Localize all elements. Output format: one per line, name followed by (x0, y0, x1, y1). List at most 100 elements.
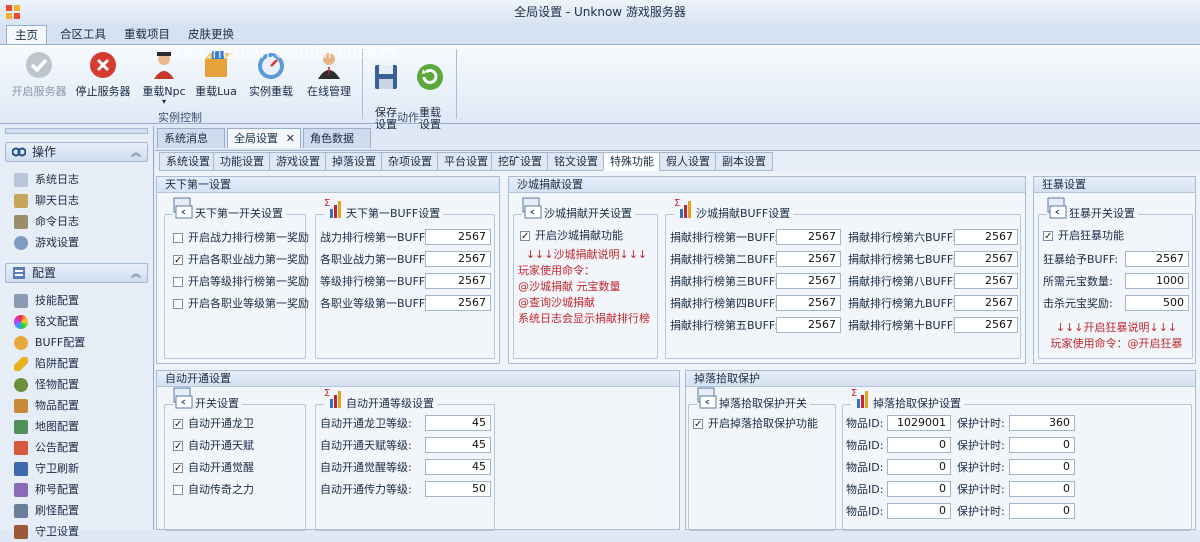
checkbox-class-power-first[interactable]: 开启各职业战力第一奖励 (173, 252, 309, 269)
input-protection-timer[interactable]: 0 (1009, 503, 1075, 519)
checkbox-auto-talent[interactable]: 自动开通天赋 (173, 438, 254, 455)
checkbox-box[interactable] (173, 417, 183, 433)
input-donation-rank-4-buff[interactable]: 2567 (776, 295, 841, 311)
input-kill-yuanbao-reward[interactable]: 500 (1125, 295, 1189, 311)
checkbox-box[interactable] (173, 253, 183, 269)
checkbox-enable-donation[interactable]: 开启沙城捐献功能 (520, 228, 623, 245)
ribbon-tab-home[interactable]: 主页 (6, 25, 47, 44)
checkbox-auto-awakening[interactable]: 自动开通觉醒 (173, 460, 254, 477)
checkbox-class-level-first[interactable]: 开启各职业等级第一奖励 (173, 296, 309, 312)
input-talent-level[interactable]: 45 (425, 437, 491, 453)
ribbon-tab-skin[interactable]: 皮肤更换 (180, 25, 242, 44)
input-donation-rank-8-buff[interactable]: 2567 (954, 273, 1018, 289)
input-level-rank-buff[interactable]: 2567 (425, 273, 491, 289)
group-drop-protection-settings: Σ 掉落拾取保护设置 物品ID: 1029001 保护计时: 360 物品ID: … (842, 388, 1192, 531)
checkbox-box[interactable] (173, 485, 183, 495)
settings-dialog-icon (1047, 197, 1067, 219)
input-power-rank-buff[interactable]: 2567 (425, 229, 491, 245)
ribbon-tab-merge-tools[interactable]: 合区工具 (52, 25, 114, 44)
nav-item-monster-config[interactable]: 怪物配置 (14, 375, 79, 395)
subtab-mining[interactable]: 挖矿设置 (491, 152, 549, 171)
checkbox-level-rank-first[interactable]: 开启等级排行榜第一奖励 (173, 274, 309, 290)
nav-item-title-config[interactable]: 称号配置 (14, 480, 79, 500)
app-logo-icon[interactable] (6, 5, 20, 19)
checkbox-box[interactable] (1043, 229, 1053, 245)
start-server-button[interactable]: 开启服务器 (8, 49, 70, 99)
collapse-chevron-icon[interactable]: ︽ (131, 145, 141, 163)
subtab-inscription[interactable]: 铭文设置 (547, 152, 605, 171)
nav-item-command-log[interactable]: 命令日志 (14, 212, 79, 232)
tab-system-messages[interactable]: 系统消息 (157, 128, 225, 148)
subtab-special[interactable]: 特殊功能 (603, 152, 661, 171)
checkbox-box[interactable] (173, 461, 183, 477)
subtab-drop[interactable]: 掉落设置 (325, 152, 383, 171)
nav-item-item-config[interactable]: 物品配置 (14, 396, 79, 416)
input-protection-timer[interactable]: 0 (1009, 437, 1075, 453)
nav-item-spawn-config[interactable]: 刷怪配置 (14, 501, 79, 521)
subtab-dungeon[interactable]: 副本设置 (715, 152, 773, 171)
input-donation-rank-9-buff[interactable]: 2567 (954, 295, 1018, 311)
input-class-level-buff[interactable]: 2567 (425, 295, 491, 311)
input-donation-rank-3-buff[interactable]: 2567 (776, 273, 841, 289)
nav-item-chat-log[interactable]: 聊天日志 (14, 191, 79, 211)
checkbox-box[interactable] (693, 417, 703, 433)
nav-item-game-settings[interactable]: 游戏设置 (14, 233, 79, 253)
section-header-operations[interactable]: 操作 ︽ (5, 142, 148, 162)
nav-item-trap-config[interactable]: 陷阱配置 (14, 354, 79, 374)
subtab-misc[interactable]: 杂项设置 (381, 152, 439, 171)
input-donation-rank-7-buff[interactable]: 2567 (954, 251, 1018, 267)
tab-global-settings[interactable]: 全局设置 ✕ (227, 128, 301, 148)
input-donation-rank-1-buff[interactable]: 2567 (776, 229, 841, 245)
tab-character-data[interactable]: 角色数据 (303, 128, 371, 148)
nav-item-inscription-config[interactable]: 铭文配置 (14, 312, 79, 332)
input-donation-rank-5-buff[interactable]: 2567 (776, 317, 841, 333)
input-protected-item-id[interactable]: 1029001 (887, 415, 951, 431)
buff-icon (14, 336, 28, 350)
collapse-chevron-icon[interactable]: ︽ (131, 266, 141, 284)
subtab-features[interactable]: 功能设置 (213, 152, 271, 171)
input-dragon-guard-level[interactable]: 45 (425, 415, 491, 431)
checkbox-auto-dragon-guard[interactable]: 自动开通龙卫 (173, 416, 254, 433)
input-legend-power-level[interactable]: 50 (425, 481, 491, 497)
input-required-yuanbao[interactable]: 1000 (1125, 273, 1189, 289)
input-protection-timer[interactable]: 360 (1009, 415, 1075, 431)
nav-item-announcement-config[interactable]: 公告配置 (14, 438, 79, 458)
input-donation-rank-6-buff[interactable]: 2567 (954, 229, 1018, 245)
checkbox-box[interactable] (173, 299, 183, 309)
group-label-action: 动作 (397, 111, 419, 124)
checkbox-box[interactable] (173, 233, 183, 243)
input-protection-timer[interactable]: 0 (1009, 481, 1075, 497)
close-tab-icon[interactable]: ✕ (286, 129, 295, 148)
input-protected-item-id[interactable]: 0 (887, 459, 951, 475)
subtab-platform[interactable]: 平台设置 (437, 152, 495, 171)
nav-item-system-log[interactable]: 系统日志 (14, 170, 79, 190)
checkbox-box[interactable] (520, 229, 530, 245)
nav-item-map-config[interactable]: 地图配置 (14, 417, 79, 437)
input-donation-rank-10-buff[interactable]: 2567 (954, 317, 1018, 333)
checkbox-enable-drop-protection[interactable]: 开启掉落拾取保护功能 (693, 416, 818, 433)
input-protected-item-id[interactable]: 0 (887, 503, 951, 519)
input-protected-item-id[interactable]: 0 (887, 481, 951, 497)
nav-item-guard-refresh[interactable]: 守卫刷新 (14, 459, 79, 479)
checkbox-box[interactable] (173, 439, 183, 455)
section-header-config[interactable]: 配置 ︽ (5, 263, 148, 283)
subtab-system[interactable]: 系统设置 (159, 152, 217, 171)
input-berserk-buff[interactable]: 2567 (1125, 251, 1189, 267)
checkbox-enable-berserk[interactable]: 开启狂暴功能 (1043, 228, 1124, 245)
input-donation-rank-2-buff[interactable]: 2567 (776, 251, 841, 267)
nav-item-buff-config[interactable]: BUFF配置 (14, 333, 85, 353)
input-awakening-level[interactable]: 45 (425, 459, 491, 475)
checkbox-box[interactable] (173, 277, 183, 287)
ribbon-tab-reload[interactable]: 重载项目 (116, 25, 178, 44)
input-protected-item-id[interactable]: 0 (887, 437, 951, 453)
checkbox-power-rank-first[interactable]: 开启战力排行榜第一奖励 (173, 230, 309, 246)
stop-server-button[interactable]: 停止服务器 (72, 49, 134, 99)
subtab-game[interactable]: 游戏设置 (269, 152, 327, 171)
input-protection-timer[interactable]: 0 (1009, 459, 1075, 475)
pane-splitter[interactable] (5, 128, 148, 134)
input-class-power-buff[interactable]: 2567 (425, 251, 491, 267)
nav-item-guard-settings[interactable]: 守卫设置 (14, 522, 79, 542)
nav-item-skill-config[interactable]: 技能配置 (14, 291, 79, 311)
subtab-bots[interactable]: 假人设置 (659, 152, 717, 171)
checkbox-auto-legend-power[interactable]: 自动传奇之力 (173, 482, 254, 498)
